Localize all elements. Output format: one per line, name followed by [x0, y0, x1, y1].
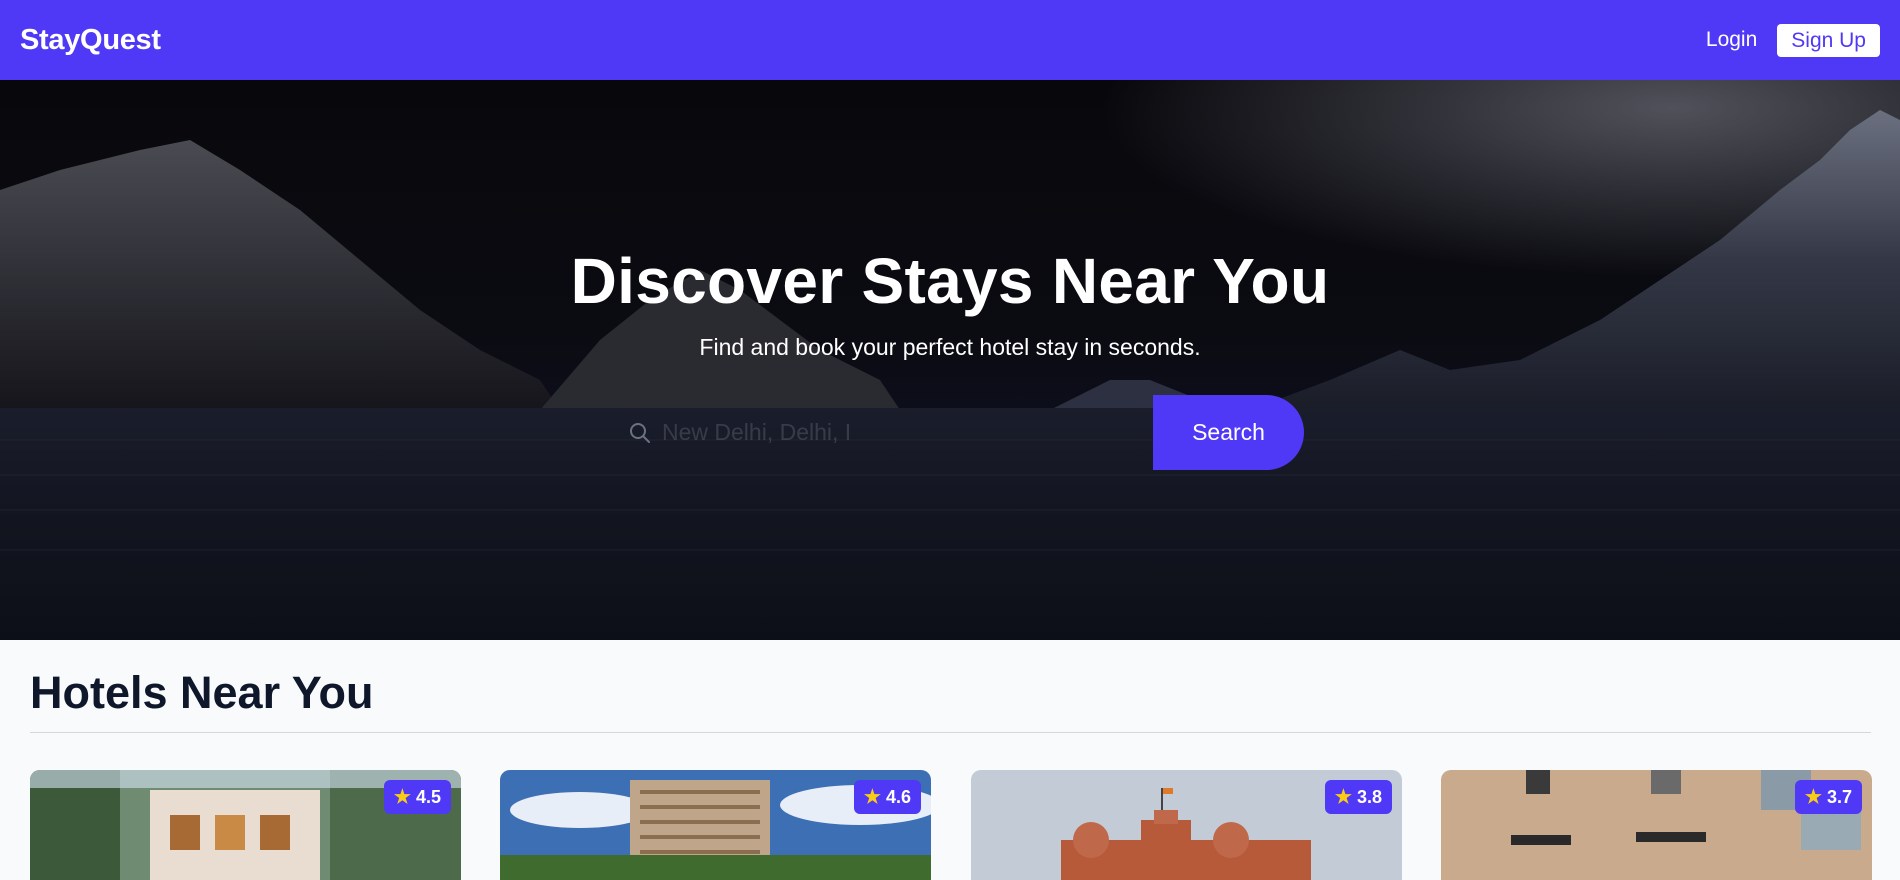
star-icon: ★	[393, 786, 411, 808]
search-field	[612, 395, 1162, 470]
rating-value: 4.5	[415, 786, 441, 807]
login-link[interactable]: Login	[1706, 28, 1757, 52]
rating-badge: ★ 4.6	[853, 780, 921, 814]
hotel-card-list: ★ 4.5 ★ 4.6 ★ 3.8 ★ 3.7	[30, 770, 1872, 880]
section-divider	[30, 732, 1871, 733]
hotel-card[interactable]: ★ 3.7	[1441, 770, 1872, 880]
star-icon: ★	[1804, 786, 1822, 808]
hero-content: Discover Stays Near You Find and book yo…	[0, 80, 1900, 640]
star-icon: ★	[1334, 786, 1352, 808]
nav-actions: Login Sign Up	[1706, 23, 1880, 57]
star-icon: ★	[863, 786, 881, 808]
rating-value: 3.7	[1826, 786, 1852, 807]
hero-banner: Discover Stays Near You Find and book yo…	[0, 80, 1900, 640]
hotel-card[interactable]: ★ 4.5	[30, 770, 461, 880]
logo[interactable]: StayQuest	[20, 24, 161, 57]
section-title: Hotels Near You	[30, 667, 374, 718]
hotel-card[interactable]: ★ 3.8	[971, 770, 1402, 880]
search-icon	[630, 422, 650, 443]
rating-badge: ★ 3.8	[1324, 780, 1392, 814]
search-button[interactable]: Search	[1153, 395, 1304, 470]
navbar: StayQuest Login Sign Up	[0, 0, 1900, 80]
hero-subtitle: Find and book your perfect hotel stay in…	[699, 334, 1201, 360]
rating-badge: ★ 4.5	[383, 780, 451, 814]
rating-badge: ★ 3.7	[1794, 780, 1862, 814]
rating-value: 4.6	[885, 786, 911, 807]
hero-title: Discover Stays Near You	[570, 245, 1330, 317]
search-bar: Search	[612, 395, 1304, 470]
search-input[interactable]	[662, 419, 1142, 446]
rating-value: 3.8	[1356, 786, 1382, 807]
hotel-card[interactable]: ★ 4.6	[500, 770, 931, 880]
signup-button[interactable]: Sign Up	[1777, 23, 1880, 57]
hotels-section: Hotels Near You	[0, 670, 1900, 733]
